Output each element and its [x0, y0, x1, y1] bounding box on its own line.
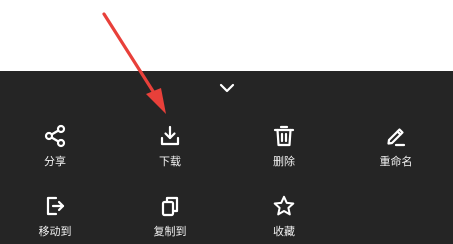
pencil-icon: [383, 123, 409, 149]
trash-icon: [271, 123, 297, 149]
move-to-label: 移动到: [38, 225, 72, 238]
copy-icon: [157, 193, 183, 219]
download-button[interactable]: 下载: [130, 123, 210, 173]
share-icon: [42, 123, 68, 149]
screen: 分享 下载 删除 重命名 移动到 复制到 收藏: [0, 0, 453, 244]
delete-button[interactable]: 删除: [244, 123, 324, 173]
copy-to-button[interactable]: 复制到: [130, 193, 210, 243]
chevron-down-icon: [219, 83, 235, 93]
collapse-button[interactable]: [216, 79, 238, 97]
download-icon: [157, 123, 183, 149]
favorite-label: 收藏: [273, 225, 295, 238]
action-sheet: 分享 下载 删除 重命名 移动到 复制到 收藏: [0, 71, 453, 244]
download-label: 下载: [159, 155, 181, 168]
star-icon: [271, 193, 297, 219]
move-to-button[interactable]: 移动到: [15, 193, 95, 243]
move-to-icon: [42, 193, 68, 219]
copy-to-label: 复制到: [153, 225, 187, 238]
share-button[interactable]: 分享: [15, 123, 95, 173]
delete-label: 删除: [273, 155, 295, 168]
rename-button[interactable]: 重命名: [356, 123, 436, 173]
rename-label: 重命名: [379, 155, 413, 168]
share-label: 分享: [44, 155, 66, 168]
favorite-button[interactable]: 收藏: [244, 193, 324, 243]
